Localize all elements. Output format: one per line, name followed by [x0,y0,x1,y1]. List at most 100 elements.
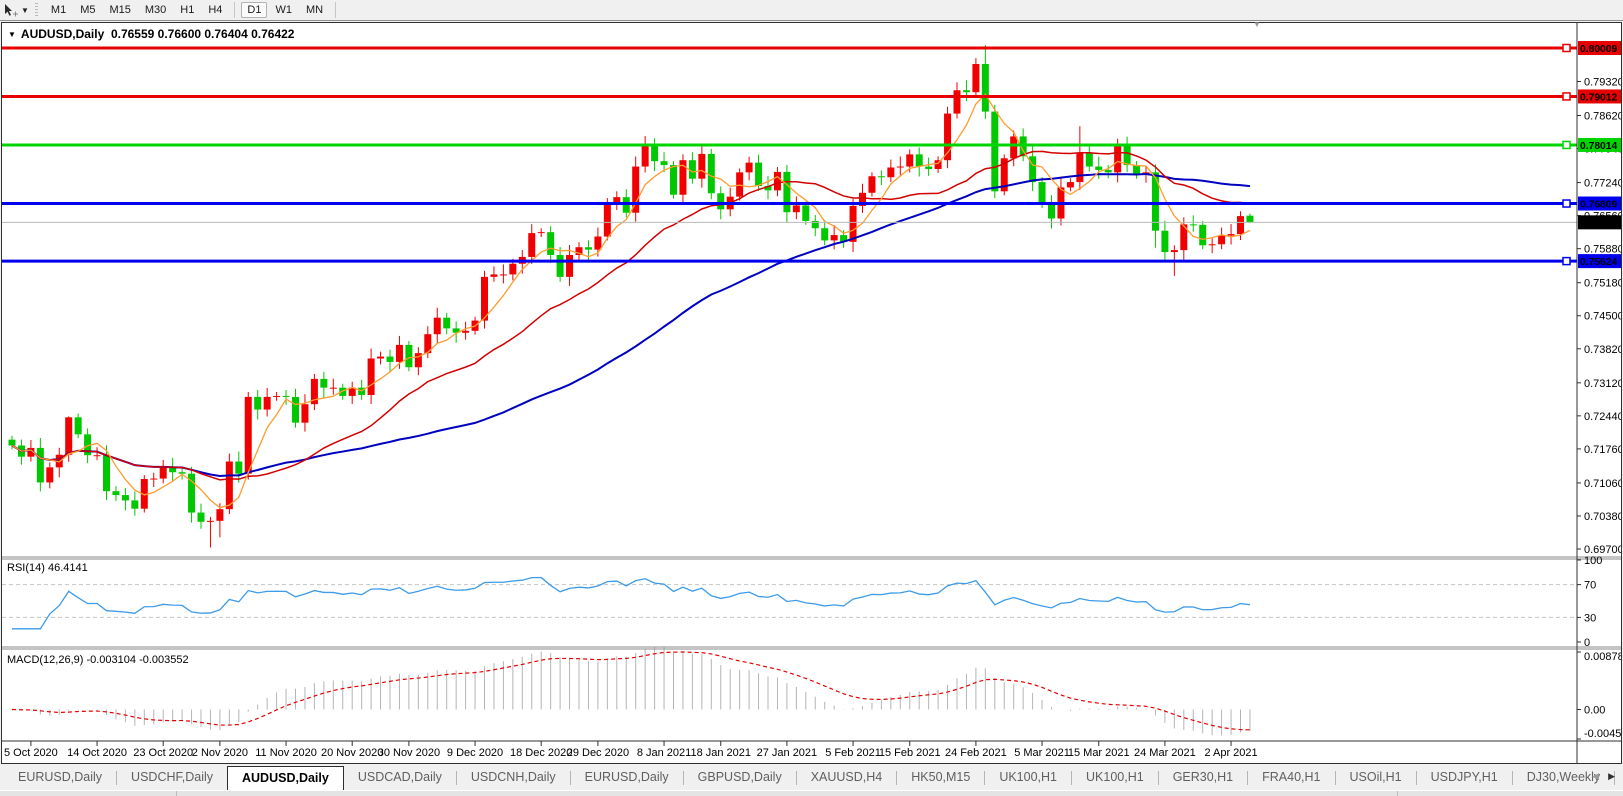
svg-text:0.73820: 0.73820 [1584,344,1621,356]
svg-text:0.75624: 0.75624 [1580,257,1617,268]
chart-tab-audusd-daily[interactable]: AUDUSD,Daily [227,766,344,790]
svg-text:18 Dec 2020: 18 Dec 2020 [510,747,572,759]
candles-layer [8,45,1254,548]
svg-text:0.73120: 0.73120 [1584,378,1621,390]
chart-tabs-bar: EURUSD,Daily USDCHF,Daily AUDUSD,Daily USDC… [0,766,1623,790]
svg-text:0.76809: 0.76809 [1580,200,1617,211]
timeframe-toolbar: ▼ M1 M5 M15 M30 H1 H4 D1 W1 MN [0,0,1623,21]
rsi-line [12,576,1251,630]
ma-line-slow [11,173,1251,477]
chart-tab-fra40-h1[interactable]: FRA40,H1 [1248,766,1334,790]
chart-title-symbol: AUDUSD,Daily [20,27,105,41]
svg-text:30 Nov 2020: 30 Nov 2020 [378,747,440,759]
svg-text:0.74500: 0.74500 [1584,311,1621,323]
svg-text:15 Feb 2021: 15 Feb 2021 [879,747,941,759]
svg-text:70: 70 [1584,580,1596,592]
svg-text:24 Feb 2021: 24 Feb 2021 [945,747,1007,759]
timeframe-button-h1[interactable]: H1 [174,2,200,18]
chart-title: ▼ AUDUSD,Daily 0.76559 0.76600 0.76404 0.… [8,27,294,41]
svg-text:0.78620: 0.78620 [1584,111,1621,123]
svg-text:5 Mar 2021: 5 Mar 2021 [1014,747,1070,759]
status-bar [0,790,1623,796]
chart-tab-eurusd-daily[interactable]: EURUSD,Daily [4,766,116,790]
timeframe-button-h4[interactable]: H4 [202,2,228,18]
svg-text:0.79012: 0.79012 [1580,92,1617,103]
chart-tab-uk100-h1[interactable]: UK100,H1 [985,766,1071,790]
chart-tab-usdcnh-daily[interactable]: USDCNH,Daily [457,766,570,790]
status-divider [1397,791,1398,796]
chart-tab-eurusd-daily[interactable]: EURUSD,Daily [571,766,683,790]
chart-tab-usdchf-daily[interactable]: USDCHF,Daily [117,766,227,790]
svg-text:18 Jan 2021: 18 Jan 2021 [690,747,751,759]
chart-tab-ger30-h1[interactable]: GER30,H1 [1159,766,1247,790]
svg-text:0: 0 [1584,637,1590,649]
ma-lines-layer [11,93,1251,509]
timeframe-button-mn[interactable]: MN [300,2,329,18]
svg-text:2 Apr 2021: 2 Apr 2021 [1204,747,1257,759]
chart-tab-usdjpy-h1[interactable]: USDJPY,H1 [1417,766,1512,790]
toolbar-separator [335,2,337,18]
svg-text:0.72440: 0.72440 [1584,411,1621,423]
svg-text:20 Nov 2020: 20 Nov 2020 [321,747,383,759]
svg-text:9 Dec 2020: 9 Dec 2020 [447,747,503,759]
chart-tab-china300-h1[interactable]: CHINA300,H1 [1615,766,1623,790]
level-line-handle [1562,256,1571,266]
timeframe-button-d1[interactable]: D1 [241,2,268,18]
macd-panel [11,646,1251,736]
cursor-tool-icon[interactable] [3,3,19,18]
svg-text:0.77240: 0.77240 [1584,178,1621,190]
chart-tab-hk50-m15[interactable]: HK50,M15 [897,766,984,790]
timeframe-button-m30[interactable]: M30 [139,2,172,18]
svg-text:5 Feb 2021: 5 Feb 2021 [825,747,881,759]
svg-text:0.80009: 0.80009 [1580,44,1617,55]
ma-line-fast [11,93,1251,509]
svg-text:30: 30 [1584,612,1596,624]
chart-tab-xauusd-h4[interactable]: XAUUSD,H4 [797,766,897,790]
trading-platform-window: ▼ M1 M5 M15 M30 H1 H4 D1 W1 MN 0.79320 0.78620 0.7… [0,0,1623,796]
svg-text:5 Oct 2020: 5 Oct 2020 [4,747,58,759]
level-line-handle [1562,199,1571,208]
rsi-indicator-label: RSI(14) 46.4141 [7,562,88,574]
svg-text:0.78014: 0.78014 [1580,141,1617,152]
panel-collapse-arrow-icon[interactable]: ▼ [1253,20,1261,29]
timeframe-button-m1[interactable]: M1 [45,2,72,18]
tabs-scroll-right-icon[interactable]: ▶ [1608,771,1615,782]
svg-text:29 Dec 2020: 29 Dec 2020 [567,747,629,759]
svg-text:0.71060: 0.71060 [1584,478,1621,490]
timeframe-button-m5[interactable]: M5 [74,2,101,18]
svg-text:0.79320: 0.79320 [1584,76,1621,88]
tabs-scroll-left-icon[interactable]: ◀ [1592,771,1599,782]
svg-text:15 Mar 2021: 15 Mar 2021 [1068,747,1130,759]
svg-text:0.75880: 0.75880 [1584,244,1621,256]
rsi-panel [2,576,1577,630]
cursor-tool-dropdown-icon[interactable]: ▼ [21,6,29,15]
svg-text:0.76422: 0.76422 [1580,218,1617,229]
svg-text:100: 100 [1584,555,1602,567]
timeframe-button-m15[interactable]: M15 [103,2,136,18]
svg-text:24 Mar 2021: 24 Mar 2021 [1134,747,1196,759]
svg-text:-0.004503: -0.004503 [1584,728,1621,740]
svg-text:0.008785: 0.008785 [1584,651,1621,663]
chart-tab-usdcad-daily[interactable]: USDCAD,Daily [344,766,456,790]
timeframe-button-w1[interactable]: W1 [269,2,298,18]
chart-window: 0.793200.786200.779400.772400.765600.758… [1,20,1623,764]
svg-text:0.71760: 0.71760 [1584,444,1621,456]
svg-text:11 Nov 2020: 11 Nov 2020 [255,747,317,759]
macd-signal-line [11,651,1250,731]
chart-tab-gbpusd-daily[interactable]: GBPUSD,Daily [684,766,796,790]
svg-text:8 Jan 2021: 8 Jan 2021 [637,747,691,759]
svg-text:0.70380: 0.70380 [1584,511,1621,523]
chart-canvas[interactable]: 0.793200.786200.779400.772400.765600.758… [2,23,1623,763]
level-line-handle [1562,43,1571,53]
chart-tab-uk100-h1[interactable]: UK100,H1 [1072,766,1158,790]
macd-indicator-label: MACD(12,26,9) -0.003104 -0.003552 [7,654,189,666]
svg-text:0.00: 0.00 [1584,705,1605,717]
level-line-handle [1562,140,1571,150]
chart-title-dropdown-icon[interactable]: ▼ [8,30,16,39]
svg-text:0.75180: 0.75180 [1584,278,1621,290]
chart-tab-usoil-h1[interactable]: USOil,H1 [1336,766,1416,790]
svg-text:2 Nov 2020: 2 Nov 2020 [192,747,248,759]
chart-title-ohlc: 0.76559 0.76600 0.76404 0.76422 [110,27,295,41]
svg-text:27 Jan 2021: 27 Jan 2021 [757,747,818,759]
toolbar-grip [34,3,38,17]
